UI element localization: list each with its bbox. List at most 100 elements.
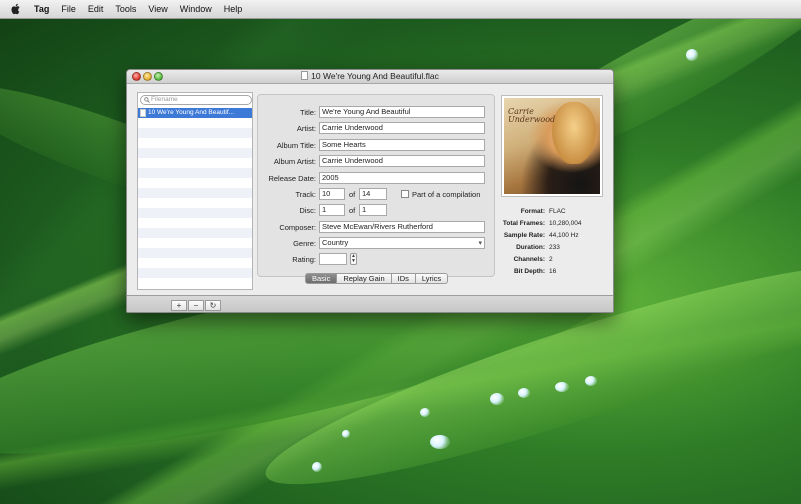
info-value: 10,280,004 [549, 220, 582, 227]
album-title-row: Album Title: Some Hearts [258, 139, 496, 151]
menu-edit[interactable]: Edit [88, 4, 104, 14]
filename-search-field[interactable]: Filename [140, 95, 252, 105]
cover-text-line2: Underwood [508, 115, 556, 124]
genre-row: Genre: Country ▾ [258, 237, 496, 249]
menu-bar: Tag File Edit Tools View Window Help [0, 0, 801, 19]
info-value: 44,100 Hz [549, 232, 579, 239]
album-artist-label: Album Artist: [273, 157, 316, 166]
empty-row [138, 138, 252, 148]
album-artwork[interactable]: Carrie Underwood [501, 95, 603, 197]
empty-row [138, 178, 252, 188]
file-list: Filename 10 We're Young And Beautif... [137, 92, 253, 290]
rating-stepper[interactable]: ▲ ▼ [350, 253, 357, 265]
cover-artist-text: Carrie Underwood [508, 108, 555, 124]
info-row: Duration: 233 [499, 244, 609, 256]
track-row: Track: 10 of 14 Part of a compilation [258, 188, 496, 200]
tab-replay-gain[interactable]: Replay Gain [337, 273, 392, 284]
info-row: Channels: 2 [499, 256, 609, 268]
disc-total-field[interactable]: 1 [359, 204, 387, 216]
water-drop [342, 430, 350, 438]
composer-field[interactable]: Steve McEwan/Rivers Rutherford [319, 221, 485, 233]
album-title-field[interactable]: Some Hearts [319, 139, 485, 151]
tag-window: 10 We're Young And Beautiful.flac Filena… [126, 69, 614, 313]
empty-row [138, 198, 252, 208]
composer-label: Composer: [279, 223, 316, 232]
compilation-checkbox[interactable] [401, 190, 409, 198]
release-date-label: Release Date: [268, 174, 316, 183]
empty-row [138, 228, 252, 238]
empty-row [138, 148, 252, 158]
info-label: Duration: [516, 244, 545, 251]
file-rows: 10 We're Young And Beautif... [138, 108, 252, 289]
water-drop [686, 49, 698, 61]
info-row: Bit Depth: 16 [499, 268, 609, 280]
info-row: Format: FLAC [499, 208, 609, 220]
water-drop [312, 462, 322, 472]
info-row: Total Frames: 10,280,004 [499, 220, 609, 232]
bottom-toolbar: + − ↻ [127, 295, 613, 312]
document-icon [301, 71, 309, 80]
menu-view[interactable]: View [148, 4, 167, 14]
track-total-field[interactable]: 14 [359, 188, 387, 200]
genre-value: Country [322, 238, 349, 247]
menu-help[interactable]: Help [224, 4, 243, 14]
info-label: Total Frames: [502, 220, 545, 227]
release-date-row: Release Date: 2005 [258, 172, 496, 184]
add-file-button[interactable]: + [171, 300, 187, 311]
genre-combobox[interactable]: Country ▾ [319, 237, 485, 249]
water-drop [490, 393, 504, 405]
menu-window[interactable]: Window [180, 4, 212, 14]
composer-row: Composer: Steve McEwan/Rivers Rutherford [258, 221, 496, 233]
empty-row [138, 268, 252, 278]
water-drop [430, 435, 450, 449]
info-value: 16 [549, 268, 557, 275]
menu-app-tag[interactable]: Tag [34, 4, 49, 14]
empty-row [138, 128, 252, 138]
title-row: Title: We're Young And Beautiful [258, 106, 496, 118]
track-field[interactable]: 10 [319, 188, 345, 200]
tab-basic[interactable]: Basic [305, 273, 338, 284]
album-title-label: Album Title: [276, 141, 316, 150]
water-drop [555, 382, 569, 392]
disc-of-label: of [349, 206, 356, 215]
tab-lyrics[interactable]: Lyrics [415, 273, 449, 284]
artist-row: Artist: Carrie Underwood [258, 122, 496, 134]
empty-row [138, 208, 252, 218]
refresh-button[interactable]: ↻ [205, 300, 221, 311]
album-artist-field[interactable]: Carrie Underwood [319, 155, 485, 167]
rating-row: Rating: ▲ ▼ [258, 253, 496, 265]
track-of-label: of [349, 190, 356, 199]
info-label: Format: [520, 208, 545, 215]
info-label: Sample Rate: [503, 232, 545, 239]
apple-icon[interactable] [10, 3, 22, 15]
album-cover-image: Carrie Underwood [504, 98, 600, 194]
empty-row [138, 238, 252, 248]
artist-field[interactable]: Carrie Underwood [319, 122, 485, 134]
window-title-text: 10 We're Young And Beautiful.flac [311, 71, 439, 81]
genre-label: Genre: [293, 239, 316, 248]
audio-file-icon [140, 109, 146, 117]
file-row[interactable]: 10 We're Young And Beautif... [138, 108, 252, 118]
file-row-label: 10 We're Young And Beautif... [148, 109, 235, 116]
title-bar[interactable]: 10 We're Young And Beautiful.flac [127, 70, 613, 84]
info-label: Channels: [513, 256, 545, 263]
menu-file[interactable]: File [61, 4, 76, 14]
info-row: Sample Rate: 44,100 Hz [499, 232, 609, 244]
rating-field[interactable] [319, 253, 347, 265]
title-label: Title: [300, 108, 316, 117]
menu-tools[interactable]: Tools [115, 4, 136, 14]
tab-ids[interactable]: IDs [391, 273, 416, 284]
empty-row [138, 278, 252, 288]
release-date-field[interactable]: 2005 [319, 172, 485, 184]
disc-field[interactable]: 1 [319, 204, 345, 216]
empty-row [138, 118, 252, 128]
remove-file-button[interactable]: − [188, 300, 204, 311]
info-value: 2 [549, 256, 553, 263]
file-info: Format: FLAC Total Frames: 10,280,004 Samp… [499, 208, 609, 280]
title-field[interactable]: We're Young And Beautiful [319, 106, 485, 118]
search-placeholder: Filename [151, 96, 178, 103]
water-drop [420, 408, 430, 417]
chevron-down-icon[interactable]: ▾ [478, 239, 482, 248]
disc-label: Disc: [299, 206, 316, 215]
compilation-label[interactable]: Part of a compilation [412, 190, 480, 199]
